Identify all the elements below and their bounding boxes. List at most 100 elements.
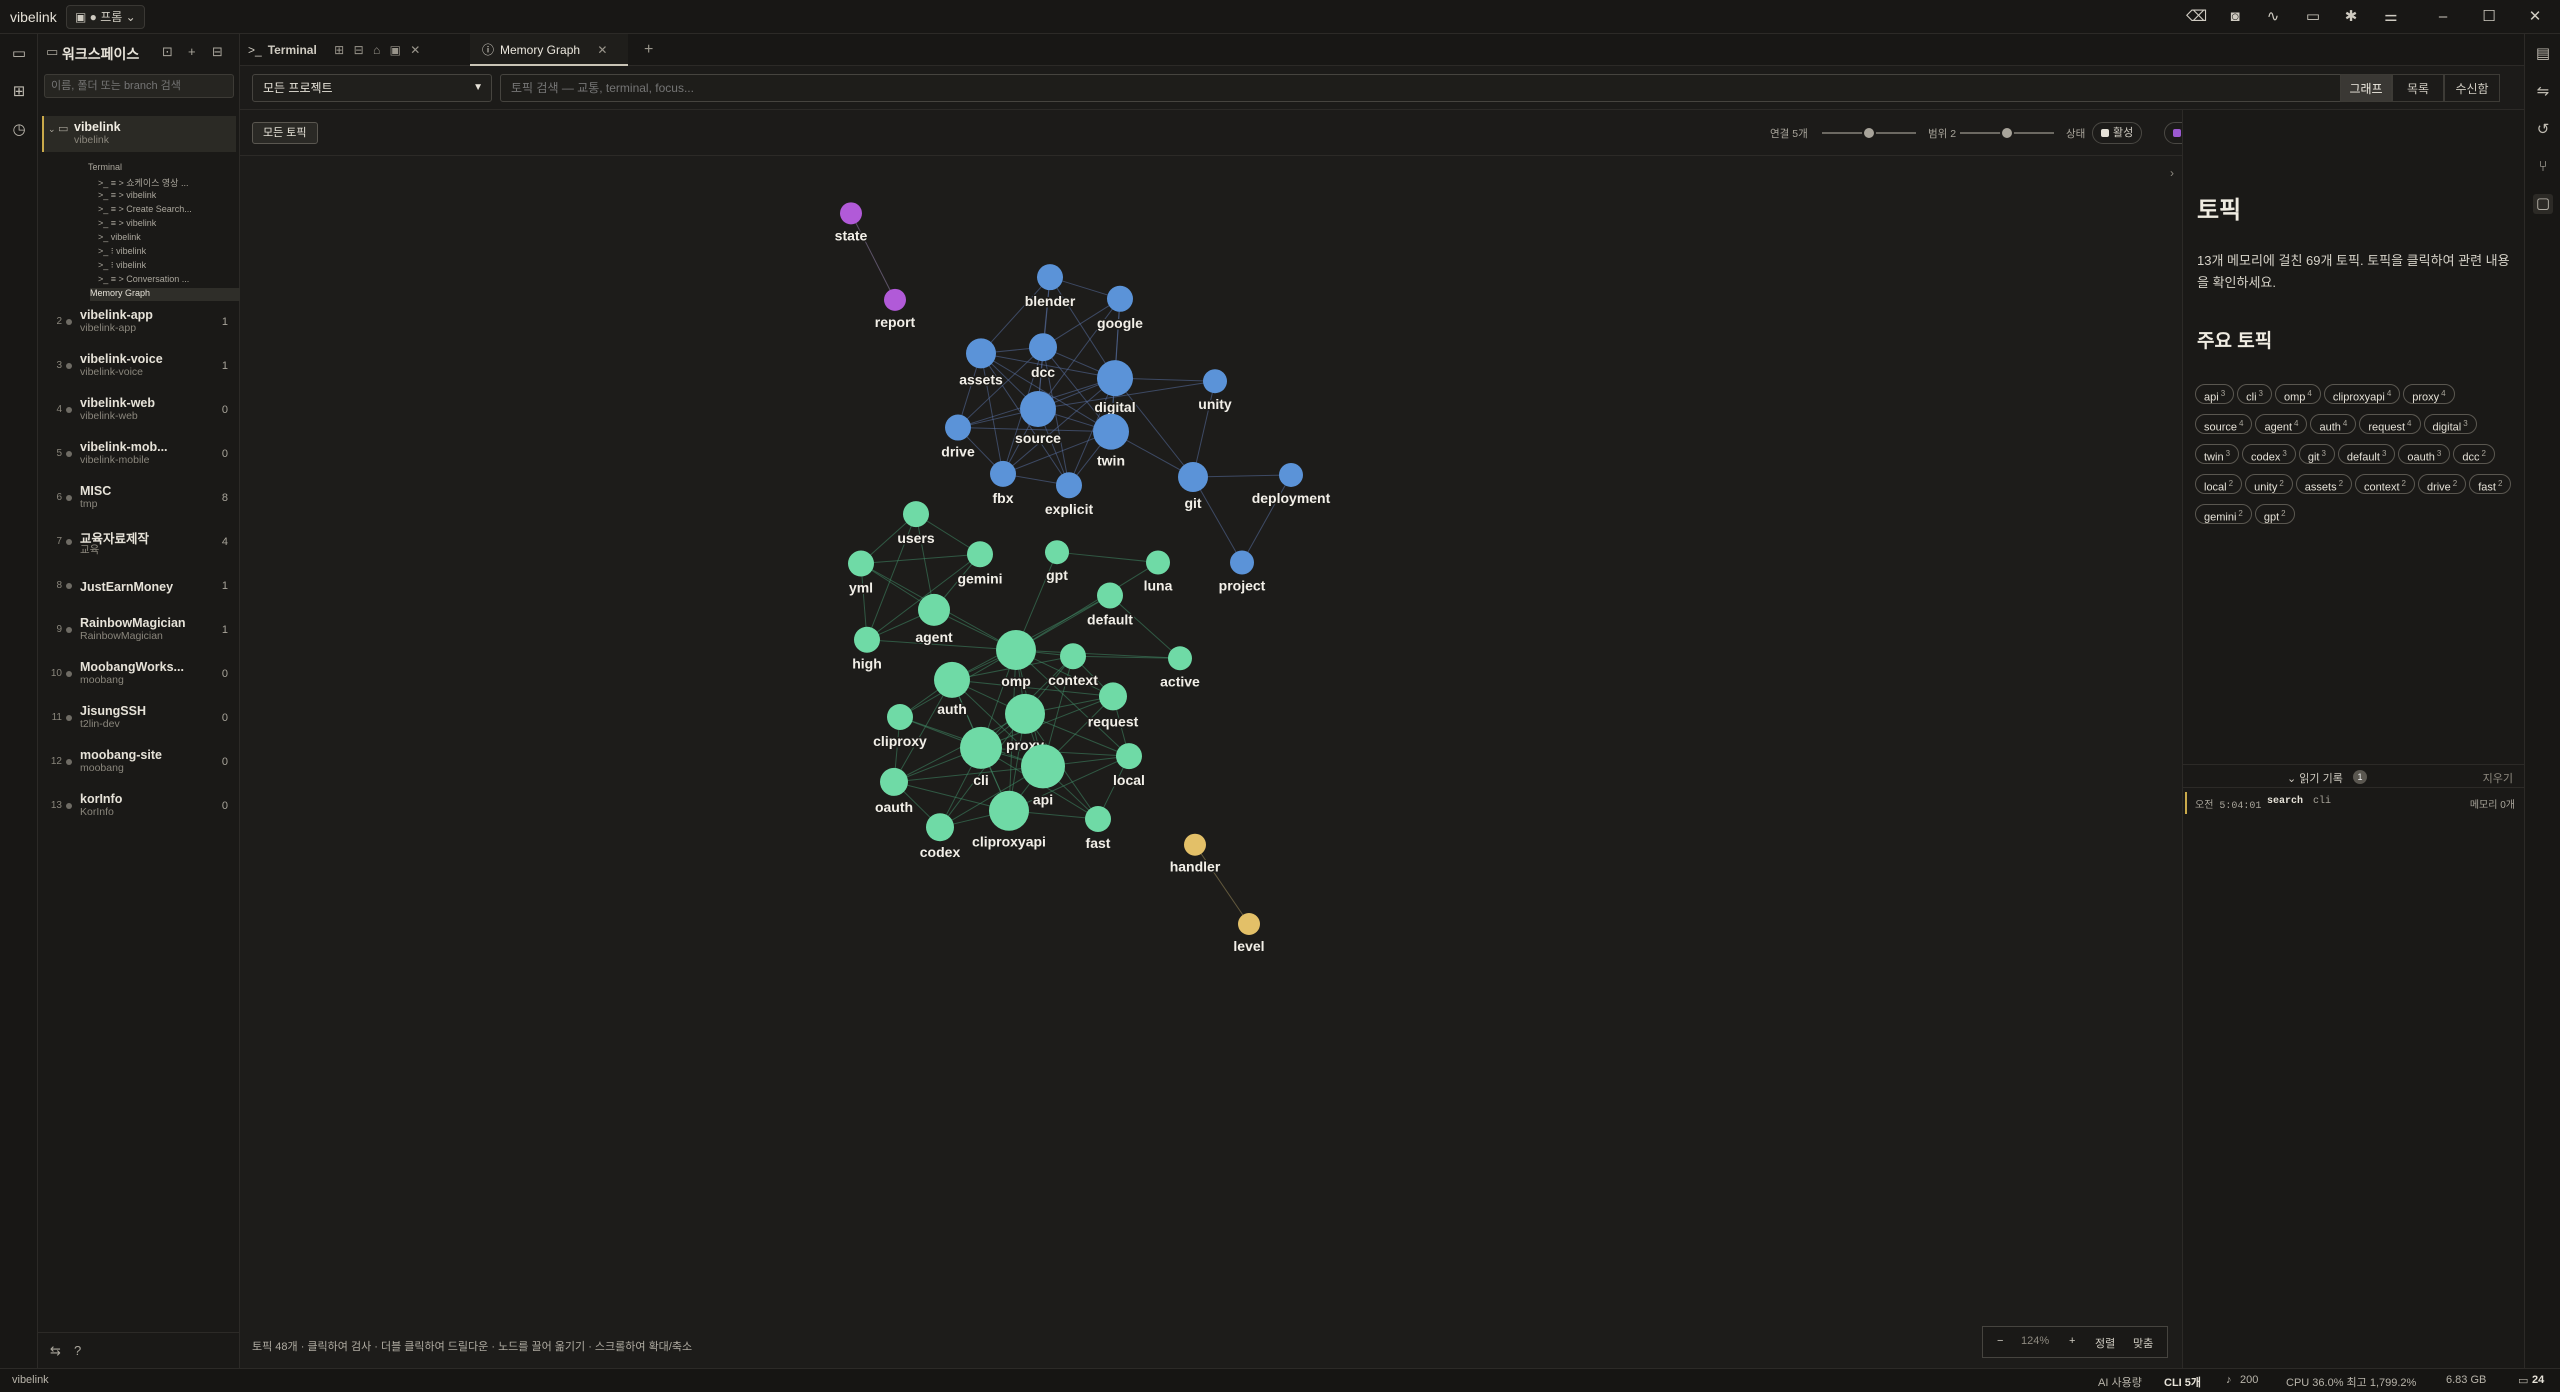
- node-circle[interactable]: [934, 661, 970, 698]
- topic-search-input[interactable]: [500, 74, 2370, 102]
- close-tab-icon[interactable]: ✕: [410, 43, 420, 57]
- node-circle[interactable]: [945, 414, 971, 441]
- node-circle[interactable]: [1060, 643, 1086, 670]
- topic-tag[interactable]: default 3: [2337, 444, 2396, 464]
- topic-tag[interactable]: dcc 2: [2453, 444, 2495, 464]
- node-circle[interactable]: [1085, 805, 1111, 832]
- graph-node-codex[interactable]: codex: [918, 813, 962, 862]
- tab-memory-graph[interactable]: ⓘ Memory Graph ✕: [470, 34, 628, 66]
- session-item[interactable]: >_ ≡ > vibelink: [98, 218, 156, 231]
- topic-tag[interactable]: fast 2: [2469, 474, 2512, 494]
- session-item[interactable]: >_ ≡ > vibelink: [98, 190, 156, 203]
- session-item[interactable]: >_ ≡ > Conversation ...: [98, 274, 189, 287]
- ai-usage-label[interactable]: AI 사용량: [2098, 1374, 2142, 1390]
- node-circle[interactable]: [880, 767, 908, 796]
- graph-node-auth[interactable]: auth: [934, 661, 970, 718]
- new-folder-icon[interactable]: ⊡: [162, 44, 173, 60]
- project-item[interactable]: 4 vibelink-web vibelink-web 0: [38, 392, 240, 432]
- graph-node-api[interactable]: api: [1021, 744, 1065, 809]
- graph-node-blender[interactable]: blender: [1023, 264, 1077, 311]
- document-icon[interactable]: ▤: [2533, 44, 2553, 64]
- graph-node-cli[interactable]: cli: [960, 726, 1002, 789]
- graph-node-agent[interactable]: agent: [914, 593, 955, 646]
- topic-tag[interactable]: cli 3: [2237, 384, 2272, 404]
- node-circle[interactable]: [1146, 550, 1170, 575]
- node-circle[interactable]: [1097, 582, 1123, 609]
- node-circle[interactable]: [848, 550, 874, 577]
- node-circle[interactable]: [989, 790, 1029, 831]
- graph-node-report[interactable]: report: [873, 288, 917, 331]
- graph-node-omp[interactable]: omp: [996, 630, 1036, 691]
- graph-node-fast[interactable]: fast: [1084, 805, 1112, 852]
- grid-icon[interactable]: ⊟: [354, 43, 364, 57]
- topic-tag[interactable]: drive 2: [2417, 474, 2467, 494]
- arrange-button[interactable]: 정렬: [2095, 1335, 2115, 1351]
- bug-icon[interactable]: ✱: [2342, 8, 2360, 26]
- link-slider-knob[interactable]: [1862, 126, 1876, 140]
- node-circle[interactable]: [1238, 913, 1260, 936]
- graph-node-handler[interactable]: handler: [1168, 833, 1222, 876]
- node-circle[interactable]: [1093, 413, 1129, 450]
- project-item[interactable]: 9 RainbowMagician RainbowMagician 1: [38, 612, 240, 652]
- graph-node-unity[interactable]: unity: [1197, 369, 1233, 414]
- all-topics-button[interactable]: 모든 토픽: [252, 122, 318, 144]
- node-circle[interactable]: [1029, 333, 1057, 362]
- graph-node-proxy[interactable]: proxy: [1004, 693, 1046, 754]
- memory-graph-canvas[interactable]: state report blender google assets dcc digital…: [240, 156, 2182, 1368]
- node-circle[interactable]: [966, 338, 996, 369]
- node-circle[interactable]: [926, 813, 954, 842]
- node-circle[interactable]: [854, 626, 880, 653]
- folder-icon[interactable]: ▭: [9, 44, 29, 64]
- graph-node-request[interactable]: request: [1086, 682, 1140, 731]
- topic-tag[interactable]: cliproxyapi 4: [2323, 384, 2401, 404]
- node-circle[interactable]: [1020, 391, 1056, 428]
- node-circle[interactable]: [1045, 540, 1069, 565]
- graph-node-fbx[interactable]: fbx: [990, 460, 1016, 507]
- view-inbox-button[interactable]: 수신함: [2444, 74, 2500, 102]
- session-item[interactable]: >_ vibelink: [98, 232, 141, 245]
- graph-node-source[interactable]: source: [1014, 391, 1063, 448]
- node-circle[interactable]: [996, 630, 1036, 671]
- swap-icon[interactable]: ⇆: [50, 1343, 61, 1359]
- node-circle[interactable]: [1107, 285, 1133, 312]
- topic-tag[interactable]: gpt 2: [2254, 504, 2295, 524]
- graph-node-level[interactable]: level: [1232, 913, 1266, 956]
- graph-node-deployment[interactable]: deployment: [1250, 462, 1332, 507]
- range-slider-knob[interactable]: [2000, 126, 2014, 140]
- project-item[interactable]: 8 JustEarnMoney 1: [38, 568, 240, 608]
- node-circle[interactable]: [1203, 369, 1227, 394]
- node-circle[interactable]: [1178, 462, 1208, 492]
- node-circle[interactable]: [1168, 646, 1192, 671]
- view-list-button[interactable]: 목록: [2392, 74, 2444, 102]
- session-item[interactable]: Terminal: [88, 162, 122, 175]
- fit-button[interactable]: 맞춤: [2133, 1335, 2153, 1351]
- history-row[interactable]: 오전 5:04:01 search cli 메모리 0개: [2185, 792, 2523, 814]
- tree-icon[interactable]: ⊞: [9, 82, 29, 102]
- session-item[interactable]: >_ ⁝ vibelink: [98, 246, 146, 259]
- view-graph-button[interactable]: 그래프: [2340, 74, 2392, 102]
- close-window-icon[interactable]: ✕: [2526, 8, 2544, 26]
- graph-node-explicit[interactable]: explicit: [1043, 472, 1095, 519]
- project-item[interactable]: 13 korInfo KorInfo 0: [38, 788, 240, 828]
- project-select[interactable]: 모든 프로젝트 ▼: [252, 74, 492, 102]
- graph-node-digital[interactable]: digital: [1093, 360, 1137, 417]
- graph-node-cliproxy[interactable]: cliproxy: [872, 703, 929, 750]
- history-icon[interactable]: ↺: [2533, 120, 2553, 140]
- topic-tag[interactable]: unity 2: [2245, 474, 2293, 494]
- node-circle[interactable]: [1056, 472, 1082, 499]
- graph-node-gemini[interactable]: gemini: [956, 541, 1004, 588]
- session-item[interactable]: >_ ≡ > 쇼케이스 영상 ...: [98, 176, 188, 189]
- broom-icon[interactable]: ⌂: [373, 43, 380, 57]
- project-item[interactable]: 7 교육자료제작 교육 4: [38, 524, 240, 564]
- topic-tag[interactable]: request 4: [2359, 414, 2421, 434]
- node-circle[interactable]: [887, 703, 913, 730]
- topic-tag[interactable]: agent 4: [2255, 414, 2308, 434]
- graph-node-users[interactable]: users: [896, 501, 936, 548]
- node-circle[interactable]: [1005, 693, 1045, 734]
- status-chip[interactable]: 활성: [2092, 122, 2143, 144]
- node-circle[interactable]: [1230, 550, 1254, 575]
- node-circle[interactable]: [967, 541, 993, 568]
- tab-terminal[interactable]: >_ Terminal ⊞ ⊟ ⌂ ▣ ✕: [248, 34, 462, 66]
- node-circle[interactable]: [1184, 833, 1206, 856]
- node-circle[interactable]: [1279, 462, 1303, 487]
